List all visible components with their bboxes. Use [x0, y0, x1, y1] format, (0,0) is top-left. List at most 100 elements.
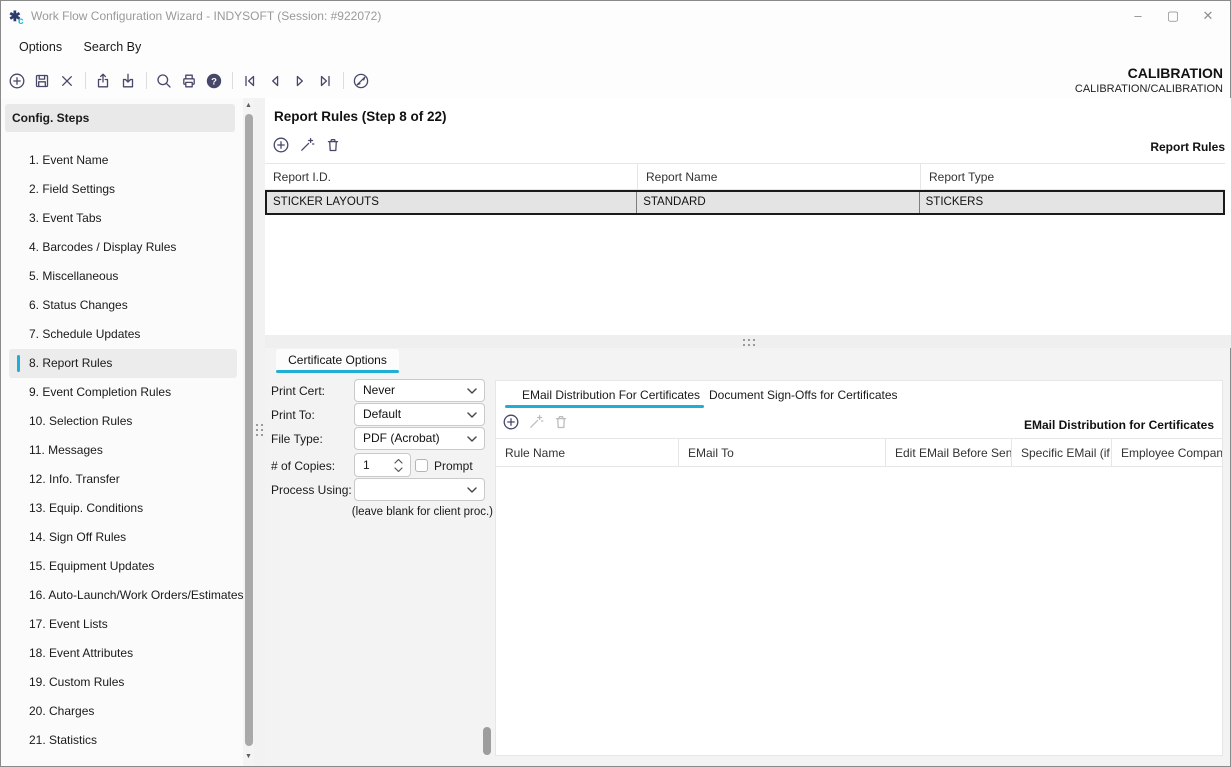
sidebar-item[interactable]: 21. Statistics	[1, 726, 243, 755]
file-type-select[interactable]: PDF (Acrobat)	[354, 427, 485, 450]
print-cert-label: Print Cert:	[271, 384, 325, 398]
sidebar-item[interactable]: 12. Info. Transfer	[1, 465, 243, 494]
sidebar-item[interactable]: 3. Event Tabs	[1, 204, 243, 233]
sidebar-item[interactable]: 13. Equip. Conditions	[1, 494, 243, 523]
help-icon[interactable]: ?	[205, 72, 223, 90]
context-title: CALIBRATION	[1075, 65, 1223, 81]
column-header[interactable]: Report Name	[638, 164, 921, 189]
maximize-button[interactable]: ▢	[1156, 1, 1190, 31]
close-button[interactable]: ✕	[1191, 1, 1225, 31]
sidebar-items: 1. Event Name 2. Field Settings 3. Event T…	[1, 146, 243, 755]
sidebar-scrollbar[interactable]: ▲ ▼	[243, 98, 254, 766]
sidebar-item-label: 10. Selection Rules	[29, 414, 132, 428]
sidebar-item[interactable]: 7. Schedule Updates	[1, 320, 243, 349]
sidebar-item-label: 18. Event Attributes	[29, 646, 133, 660]
copies-stepper[interactable]: 1	[354, 453, 411, 477]
edit-wand-icon[interactable]	[527, 413, 545, 431]
sidebar-item[interactable]: 6. Status Changes	[1, 291, 243, 320]
sidebar-item[interactable]: 18. Event Attributes	[1, 639, 243, 668]
splitter-grip	[743, 339, 755, 346]
table-cell[interactable]: STANDARD	[637, 192, 919, 213]
column-header[interactable]: Report Type	[921, 164, 1225, 189]
report-grid-header: Report I.D.Report NameReport Type	[265, 163, 1225, 190]
sidebar-item-label: 1. Event Name	[29, 153, 108, 167]
process-using-label: Process Using:	[271, 483, 352, 497]
sidebar-item[interactable]: 17. Event Lists	[1, 610, 243, 639]
tab-email-distribution[interactable]: EMail Distribution For Certificates	[522, 388, 700, 402]
splitter-grip	[256, 424, 263, 436]
sidebar-item-label: 15. Equipment Updates	[29, 559, 154, 573]
menu-search-by[interactable]: Search By	[84, 31, 142, 63]
last-record-icon[interactable]	[316, 72, 334, 90]
scroll-up-icon[interactable]: ▲	[243, 102, 254, 109]
add-icon[interactable]	[272, 136, 290, 154]
sidebar-item[interactable]: 19. Custom Rules	[1, 668, 243, 697]
sidebar-item[interactable]: 14. Sign Off Rules	[1, 523, 243, 552]
scrollbar-thumb[interactable]	[245, 114, 253, 746]
export-icon[interactable]	[94, 72, 112, 90]
vertical-splitter[interactable]	[254, 98, 265, 766]
horizontal-splitter[interactable]	[265, 335, 1231, 348]
column-header[interactable]: Employee Compan	[1112, 439, 1222, 466]
sidebar-item-label: 12. Info. Transfer	[29, 472, 120, 486]
sidebar-item[interactable]: 9. Event Completion Rules	[1, 378, 243, 407]
print-icon[interactable]	[180, 72, 198, 90]
report-rules-toolbar	[272, 136, 342, 154]
menu-options[interactable]: Options	[19, 31, 62, 63]
sidebar-item[interactable]: 10. Selection Rules	[1, 407, 243, 436]
add-icon[interactable]	[502, 413, 520, 431]
sidebar-item-label: 5. Miscellaneous	[29, 269, 118, 283]
sidebar-item-label: 8. Report Rules	[29, 356, 112, 370]
sidebar-item[interactable]: 2. Field Settings	[1, 175, 243, 204]
sidebar-item[interactable]: 1. Event Name	[1, 146, 243, 175]
sidebar-item-label: 16. Auto-Launch/Work Orders/Estimates	[29, 588, 244, 602]
column-header[interactable]: Edit EMail Before Senc	[886, 439, 1012, 466]
next-record-icon[interactable]	[291, 72, 309, 90]
print-to-select[interactable]: Default	[354, 403, 485, 426]
active-tab-underline	[276, 370, 399, 373]
selected-accent-bar	[17, 355, 20, 372]
sidebar-item-label: 4. Barcodes / Display Rules	[29, 240, 176, 254]
column-header[interactable]: EMail To	[679, 439, 886, 466]
sidebar-item[interactable]: 8. Report Rules	[9, 349, 237, 378]
trash-icon[interactable]	[552, 413, 570, 431]
delete-icon[interactable]	[58, 72, 76, 90]
sidebar-item[interactable]: 11. Messages	[1, 436, 243, 465]
minimize-button[interactable]: –	[1121, 1, 1155, 31]
save-icon[interactable]	[33, 72, 51, 90]
process-using-select[interactable]	[354, 478, 485, 501]
workflow-wizard-window: { "window": { "title": "Work Flow Config…	[0, 0, 1231, 767]
sidebar-item[interactable]: 5. Miscellaneous	[1, 262, 243, 291]
toolbar-separator	[85, 72, 86, 89]
sidebar-item-label: 21. Statistics	[29, 733, 97, 747]
import-icon[interactable]	[119, 72, 137, 90]
svg-text:?: ?	[211, 76, 217, 87]
table-cell[interactable]: STICKERS	[920, 192, 1223, 213]
report-rules-section: Report Rules (Step 8 of 22) Report Rules…	[265, 98, 1231, 335]
edit-wand-icon[interactable]	[298, 136, 316, 154]
search-icon[interactable]	[155, 72, 173, 90]
tab-certificate-options[interactable]: Certificate Options	[276, 349, 399, 372]
browse-icon[interactable]	[352, 72, 370, 90]
prompt-checkbox[interactable]	[415, 459, 428, 472]
column-header[interactable]: Report I.D.	[265, 164, 638, 189]
sidebar-item-label: 2. Field Settings	[29, 182, 115, 196]
table-cell[interactable]: STICKER LAYOUTS	[267, 192, 637, 213]
previous-record-icon[interactable]	[266, 72, 284, 90]
sidebar-item[interactable]: 4. Barcodes / Display Rules	[1, 233, 243, 262]
trash-icon[interactable]	[324, 136, 342, 154]
column-header[interactable]: Rule Name	[496, 439, 679, 466]
sidebar-item[interactable]: 16. Auto-Launch/Work Orders/Estimates	[1, 581, 243, 610]
sidebar-item[interactable]: 15. Equipment Updates	[1, 552, 243, 581]
sidebar-item[interactable]: 20. Charges	[1, 697, 243, 726]
table-row[interactable]: STICKER LAYOUTSSTANDARDSTICKERS	[265, 190, 1225, 215]
first-record-icon[interactable]	[241, 72, 259, 90]
form-scrollbar-thumb[interactable]	[483, 727, 491, 755]
add-icon[interactable]	[8, 72, 26, 90]
print-cert-select[interactable]: Never	[354, 379, 485, 402]
tab-document-signoffs[interactable]: Document Sign-Offs for Certificates	[709, 388, 898, 402]
step-title: Report Rules (Step 8 of 22)	[274, 109, 447, 124]
column-header[interactable]: Specific EMail (if	[1012, 439, 1112, 466]
scroll-down-icon[interactable]: ▼	[243, 753, 254, 760]
sidebar-item-label: 20. Charges	[29, 704, 94, 718]
